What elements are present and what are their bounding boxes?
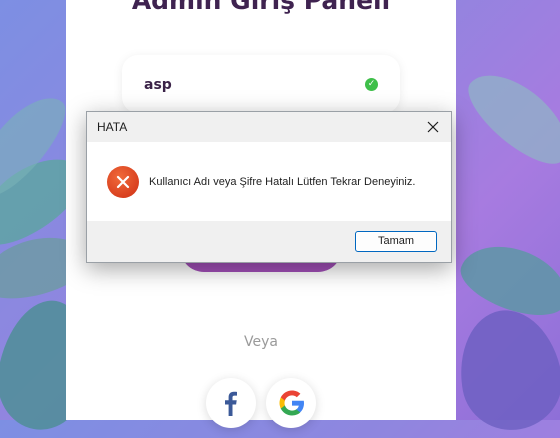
google-icon (279, 390, 304, 416)
username-value: asp (144, 77, 172, 93)
google-login-button[interactable] (266, 378, 316, 428)
close-button[interactable] (423, 117, 443, 137)
page-title: Admin Giriş Paneli (131, 0, 391, 15)
username-field[interactable]: asp ✓ (122, 55, 400, 113)
leaf-decoration (450, 302, 560, 438)
leaf-decoration (456, 57, 560, 178)
error-dialog: HATA Kullanıcı Adı veya Şifre Hatalı Lüt… (86, 111, 452, 263)
error-icon (107, 166, 139, 198)
check-icon: ✓ (365, 78, 378, 91)
or-divider-text: Veya (244, 334, 278, 350)
dialog-titlebar[interactable]: HATA (87, 112, 451, 142)
facebook-login-button[interactable] (206, 378, 256, 428)
dialog-body: Kullanıcı Adı veya Şifre Hatalı Lütfen T… (87, 142, 451, 221)
ok-button[interactable]: Tamam (355, 231, 437, 252)
dialog-title: HATA (97, 120, 128, 134)
close-icon (427, 121, 439, 133)
facebook-icon (225, 391, 237, 416)
dialog-message: Kullanıcı Adı veya Şifre Hatalı Lütfen T… (149, 176, 416, 188)
